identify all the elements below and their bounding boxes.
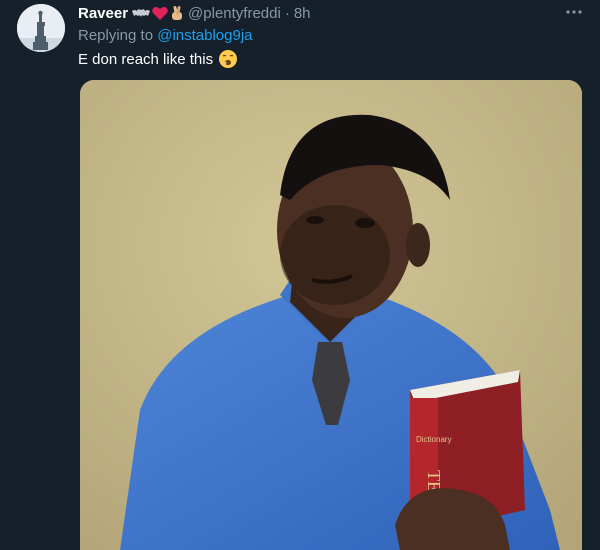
- author-handle[interactable]: @plentyfreddi: [188, 5, 281, 22]
- author-name[interactable]: Raveer: [78, 5, 128, 22]
- tweet-text-body: E don reach like this: [78, 50, 214, 68]
- crossed-fingers-emoji-icon: [172, 6, 183, 20]
- author-emojis: [132, 5, 184, 21]
- man-holding-book-photo: Dictionary TEACHI: [80, 80, 582, 550]
- statue-of-liberty-avatar-image: [17, 4, 65, 52]
- avatar[interactable]: [17, 4, 65, 52]
- ellipsis-icon: [566, 10, 582, 14]
- replying-to-mention[interactable]: @instablog9ja: [157, 27, 252, 44]
- replying-to-line: Replying to @instablog9ja: [78, 27, 253, 44]
- replying-to-label: Replying to: [78, 27, 154, 44]
- yawning-face-emoji-icon: [219, 50, 238, 68]
- book-spine-title: Dictionary: [416, 435, 452, 444]
- timestamp[interactable]: 8h: [294, 5, 311, 22]
- tweet[interactable]: Raveer @plentyfreddi · 8h Replying to @i…: [0, 0, 600, 550]
- tweet-header: Raveer @plentyfreddi · 8h: [78, 3, 311, 23]
- tweet-photo[interactable]: Dictionary TEACHI: [80, 80, 582, 550]
- more-options-button[interactable]: [564, 4, 584, 18]
- tweet-text: E don reach like this: [78, 49, 238, 69]
- heart-emoji-icon: [152, 6, 168, 20]
- header-separator: ·: [284, 4, 290, 22]
- bat-emoji-icon: [132, 9, 151, 17]
